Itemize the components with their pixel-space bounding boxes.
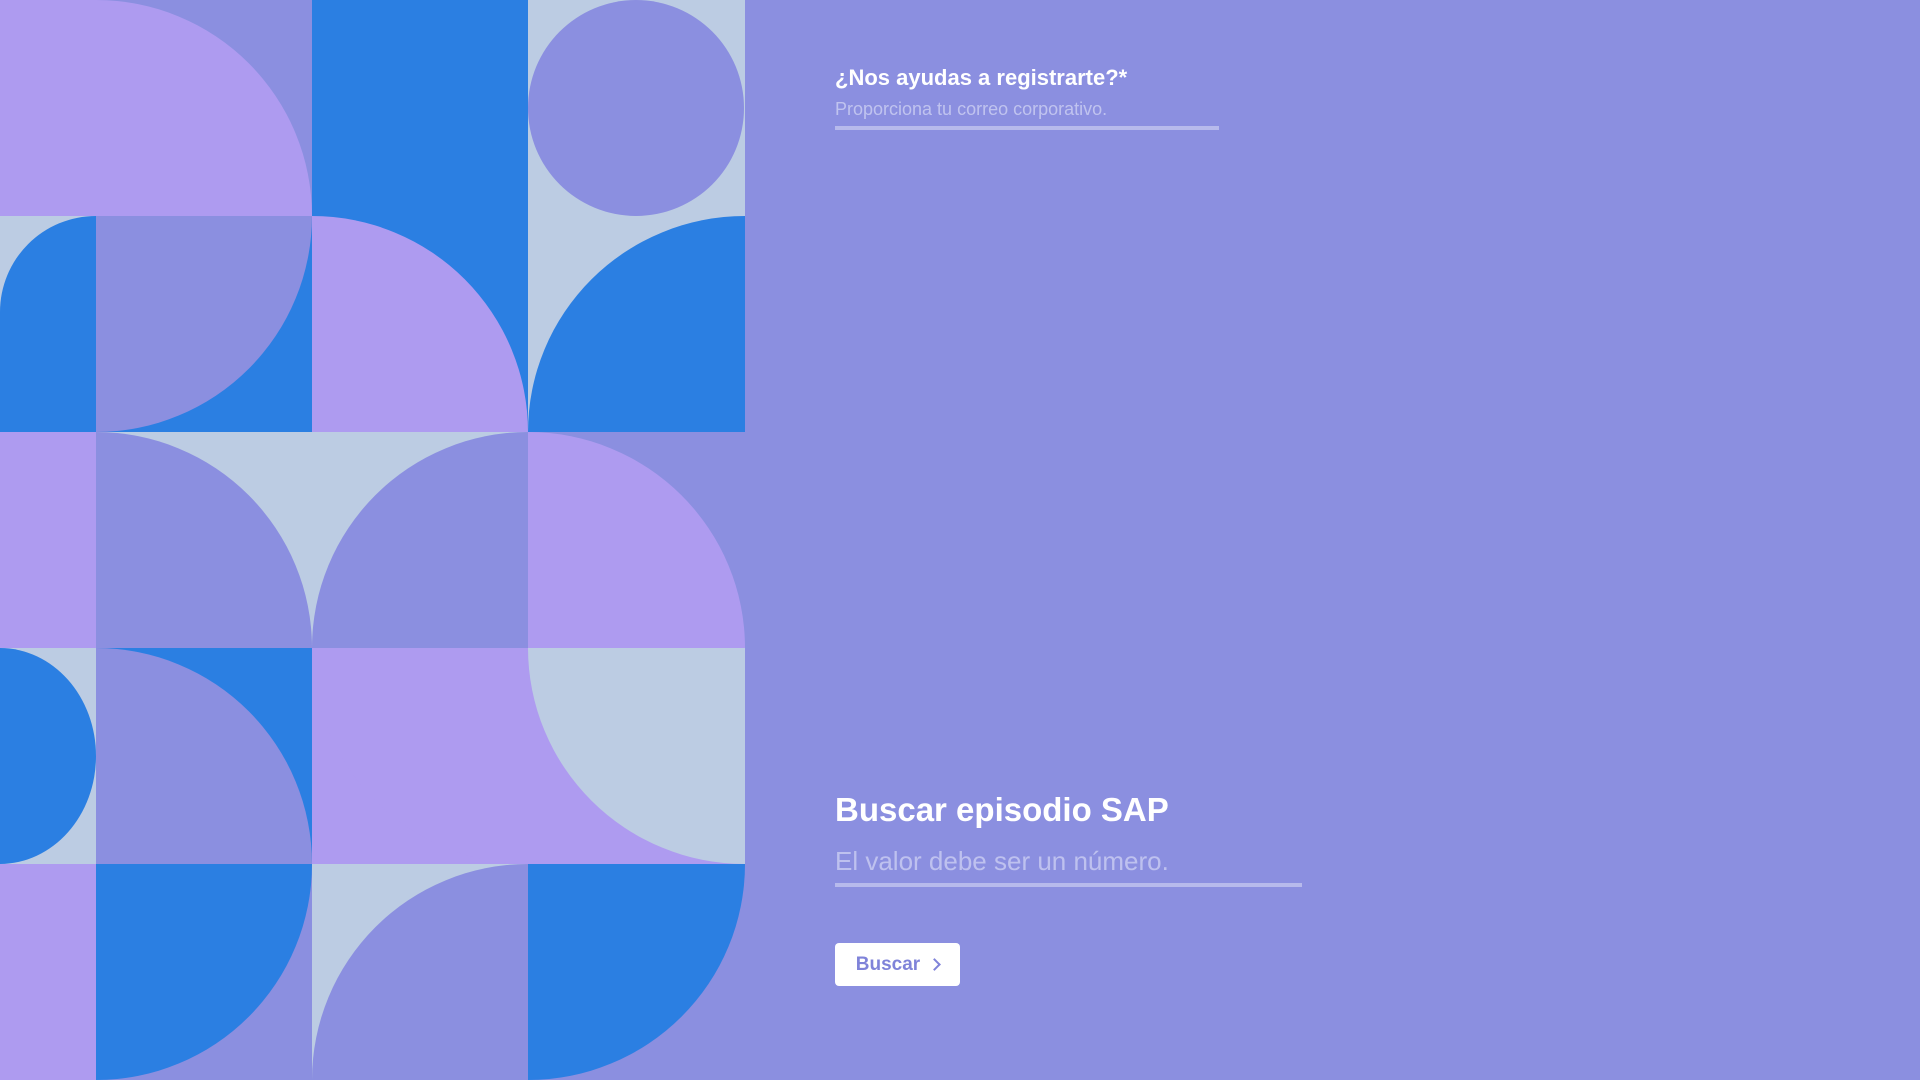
corporate-email-input[interactable] [835,97,1219,130]
pattern-tile [0,432,96,648]
episode-search-form: Buscar episodio SAP [835,788,1302,887]
page: ¿Nos ayudas a registrarte?* Buscar episo… [0,0,1920,1080]
registration-form: ¿Nos ayudas a registrarte?* [835,63,1219,130]
episode-search-title: Buscar episodio SAP [835,791,1169,828]
search-button-label: Buscar [855,953,921,975]
pattern-tile [0,864,96,1080]
pattern-row-1 [0,0,745,216]
pattern-row-4 [0,648,745,864]
chevron-right-icon [928,958,942,971]
form-area: ¿Nos ayudas a registrarte?* Buscar episo… [835,0,1835,1080]
pattern-tile [528,0,744,216]
pattern-row-2 [0,216,745,432]
search-button[interactable]: Buscar [835,943,960,986]
episode-number-input[interactable] [835,846,1302,887]
pattern-tile [312,0,528,216]
pattern-tile [0,0,96,216]
registration-label: ¿Nos ayudas a registrarte?* [835,65,1128,90]
decorative-geometric-pattern [0,0,745,1080]
pattern-row-3 [0,432,745,648]
pattern-row-5 [0,864,745,1080]
